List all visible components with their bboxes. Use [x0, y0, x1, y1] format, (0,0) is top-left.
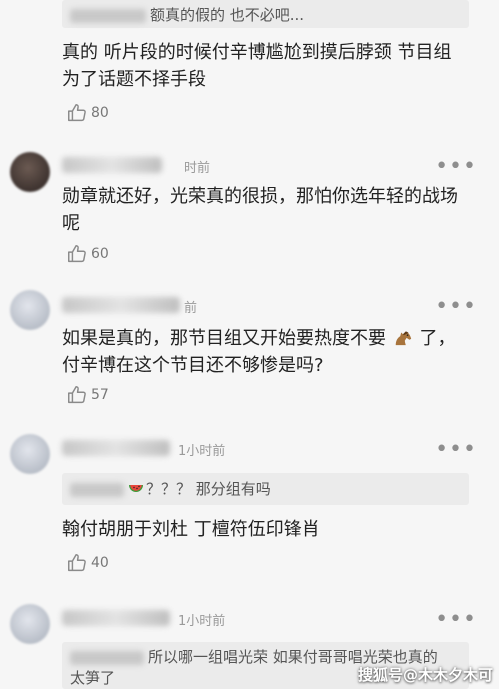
quoted-reply: ？？？ 那分组有吗 — [62, 473, 469, 505]
avatar[interactable] — [10, 290, 50, 330]
like-count: 57 — [91, 387, 109, 403]
thumbs-up-icon — [68, 245, 86, 263]
more-options-icon[interactable]: ••• — [435, 439, 477, 461]
username[interactable] — [62, 157, 162, 173]
horse-emoji-icon — [395, 331, 411, 346]
comment-time: 时前 — [184, 161, 211, 176]
comment-time: 1小时前 — [178, 614, 226, 629]
like-button[interactable]: 60 — [66, 243, 109, 265]
comment-text: 如果是真的，那节目组又开始要热度不要 了， 付辛博在这个节目还不够惨是吗? — [62, 325, 469, 379]
comment-time: 前 — [184, 301, 198, 316]
username[interactable] — [62, 610, 170, 626]
like-count: 60 — [91, 246, 109, 262]
like-button[interactable]: 40 — [66, 552, 109, 574]
like-count: 80 — [91, 105, 109, 121]
quoted-text: 额真的假的 也不必吧... — [150, 6, 305, 24]
more-options-icon[interactable]: ••• — [435, 609, 477, 631]
blurred-username — [70, 482, 124, 497]
more-options-icon[interactable]: ••• — [435, 296, 477, 318]
more-options-icon[interactable]: ••• — [435, 156, 477, 178]
avatar[interactable] — [10, 604, 50, 644]
comment-text: 勋章就还好，光荣真的很损，那怕你选年轻的战场呢 — [62, 186, 458, 234]
quoted-reply: 额真的假的 也不必吧... — [62, 0, 469, 28]
comment-text-line1: 如果是真的，那节目组又开始要热度不要 — [62, 328, 386, 349]
comment-item: 前 ••• 如果是真的，那节目组又开始要热度不要 了， 付辛博在这个节目还不够惨… — [0, 278, 499, 418]
blurred-username — [70, 8, 146, 23]
avatar[interactable] — [10, 434, 50, 474]
comment-text-line2: 付辛博在这个节目还不够惨是吗? — [62, 355, 324, 376]
like-button[interactable]: 80 — [66, 102, 109, 124]
blurred-username — [70, 650, 144, 665]
comment-text: 翰付胡朋于刘杜 丁檀符伍印锋肖 — [62, 519, 320, 540]
thumbs-up-icon — [68, 104, 86, 122]
quoted-text: ？？？ 那分组有吗 — [146, 480, 271, 498]
comment-text-line1-end: 了， — [419, 328, 456, 349]
username[interactable] — [62, 440, 170, 456]
thumbs-up-icon — [68, 554, 86, 572]
like-count: 40 — [91, 555, 109, 571]
comment-item: 1小时前 ••• ？？？ 那分组有吗 翰付胡朋于刘杜 丁檀符伍印锋肖 40 — [0, 418, 499, 588]
comment-time: 1小时前 — [178, 444, 226, 459]
comment-item: 额真的假的 也不必吧... 真的 听片段的时候付辛博尴尬到摸后脖颈 节目组为了话… — [0, 0, 499, 140]
avatar[interactable] — [10, 152, 50, 192]
comment-list: 额真的假的 也不必吧... 真的 听片段的时候付辛博尴尬到摸后脖颈 节目组为了话… — [0, 0, 499, 689]
watermelon-emoji-icon — [129, 485, 143, 492]
username[interactable] — [62, 297, 180, 313]
quoted-text-line2: 太笋了 — [70, 669, 116, 687]
thumbs-up-icon — [68, 386, 86, 404]
comment-text: 真的 听片段的时候付辛博尴尬到摸后脖颈 节目组为了话题不择手段 — [62, 42, 452, 90]
comment-item: 时前 ••• 勋章就还好，光荣真的很损，那怕你选年轻的战场呢 60 — [0, 140, 499, 278]
watermark: 搜狐号@木木夕木可 — [357, 666, 493, 684]
like-button[interactable]: 57 — [66, 384, 109, 406]
